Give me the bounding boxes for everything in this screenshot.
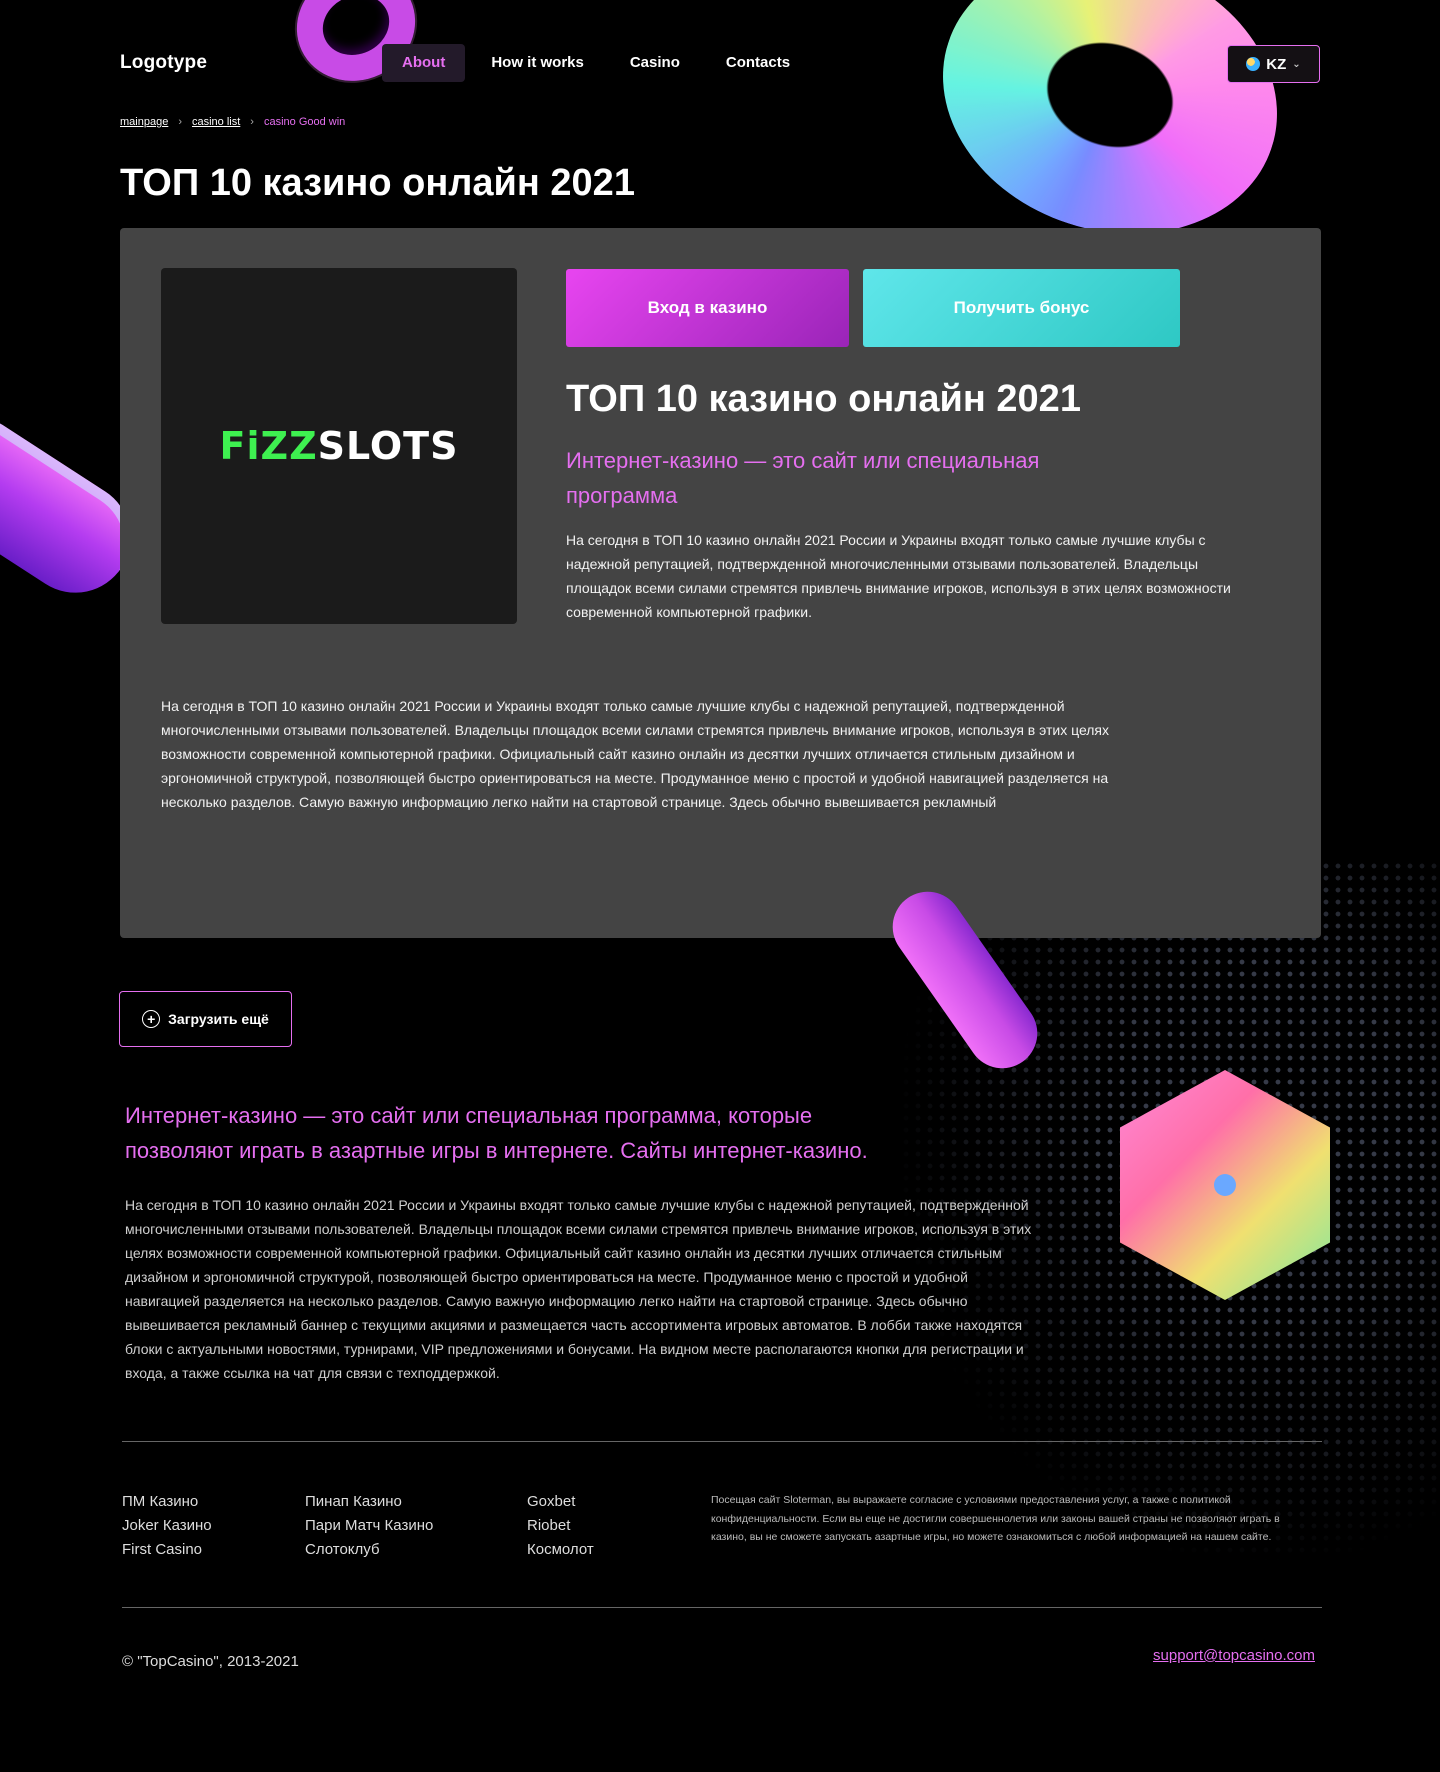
load-more-label: Загрузить ещё — [168, 1011, 269, 1027]
nav-casino[interactable]: Casino — [610, 44, 700, 82]
language-selector[interactable]: KZ ⌄ — [1227, 45, 1320, 83]
footer-divider — [122, 1441, 1322, 1442]
logo[interactable]: Logotype — [120, 52, 207, 74]
breadcrumb: mainpage › casino list › casino Good win — [120, 116, 345, 128]
globe-icon — [1246, 57, 1261, 71]
chevron-down-icon: ⌄ — [1292, 58, 1301, 70]
brand-part-1: FiZZ — [219, 424, 318, 468]
footer-divider — [122, 1607, 1322, 1608]
plus-circle-icon: + — [142, 1010, 161, 1028]
breadcrumb-mainpage[interactable]: mainpage — [120, 116, 168, 128]
casino-card: FiZZSLOTS Вход в казино Получить бонус Т… — [120, 228, 1321, 938]
get-bonus-button[interactable]: Получить бонус — [863, 269, 1180, 347]
page: Logotype About How it works Casino Conta… — [0, 0, 1440, 1772]
breadcrumb-current: casino Good win — [263, 116, 346, 128]
load-more-button[interactable]: + Загрузить ещё — [119, 991, 292, 1047]
card-subtitle: Интернет-казино — это сайт или специальн… — [566, 448, 1040, 508]
footer-link[interactable]: Joker Казино — [122, 1514, 212, 1538]
section-text: На сегодня в ТОП 10 казино онлайн 2021 Р… — [125, 1197, 1032, 1381]
breadcrumb-separator: › — [250, 116, 254, 128]
nav-how-it-works[interactable]: How it works — [471, 44, 604, 82]
footer-link[interactable]: Goxbet — [527, 1490, 594, 1514]
casino-logo: FiZZSLOTS — [161, 268, 517, 624]
footer-link[interactable]: Riobet — [527, 1514, 594, 1538]
footer-links-col-3: Goxbet Riobet Космолот — [527, 1490, 594, 1562]
cube-decoration — [1120, 1070, 1330, 1300]
nav-contacts[interactable]: Contacts — [706, 44, 810, 82]
footer-link[interactable]: Пинап Казино — [305, 1490, 433, 1514]
nav-about[interactable]: About — [382, 44, 466, 82]
footer-disclaimer: Посещая сайт Sloterman, вы выражаете сог… — [711, 1494, 1280, 1543]
brand-part-2: SLOTS — [317, 424, 459, 468]
card-long-description: На сегодня в ТОП 10 казино онлайн 2021 Р… — [161, 698, 1110, 810]
header: Logotype About How it works Casino Conta… — [120, 44, 1320, 84]
section-subtitle: Интернет-казино — это сайт или специальн… — [125, 1103, 868, 1163]
card-description: На сегодня в ТОП 10 казино онлайн 2021 Р… — [566, 532, 1231, 620]
copyright: © "TopCasino", 2013-2021 — [122, 1653, 299, 1670]
card-title: ТОП 10 казино онлайн 2021 — [566, 378, 1081, 420]
footer-link[interactable]: Космолот — [527, 1538, 594, 1562]
breadcrumb-casino-list[interactable]: casino list — [192, 116, 240, 128]
language-label: KZ — [1266, 55, 1287, 73]
footer-link[interactable]: First Casino — [122, 1538, 212, 1562]
footer-links-col-2: Пинап Казино Пари Матч Казино Слотоклуб — [305, 1490, 433, 1562]
main-nav: About How it works Casino Contacts — [382, 44, 816, 82]
page-title: ТОП 10 казино онлайн 2021 — [120, 162, 635, 204]
footer-link[interactable]: ПМ Казино — [122, 1490, 212, 1514]
breadcrumb-separator: › — [178, 116, 182, 128]
footer-link[interactable]: Слотоклуб — [305, 1538, 433, 1562]
enter-casino-button[interactable]: Вход в казино — [566, 269, 849, 347]
support-email-link[interactable]: support@topcasino.com — [1153, 1647, 1315, 1664]
footer-links-col-1: ПМ Казино Joker Казино First Casino — [122, 1490, 212, 1562]
footer-link[interactable]: Пари Матч Казино — [305, 1514, 433, 1538]
casino-brand: FiZZSLOTS — [220, 424, 459, 468]
